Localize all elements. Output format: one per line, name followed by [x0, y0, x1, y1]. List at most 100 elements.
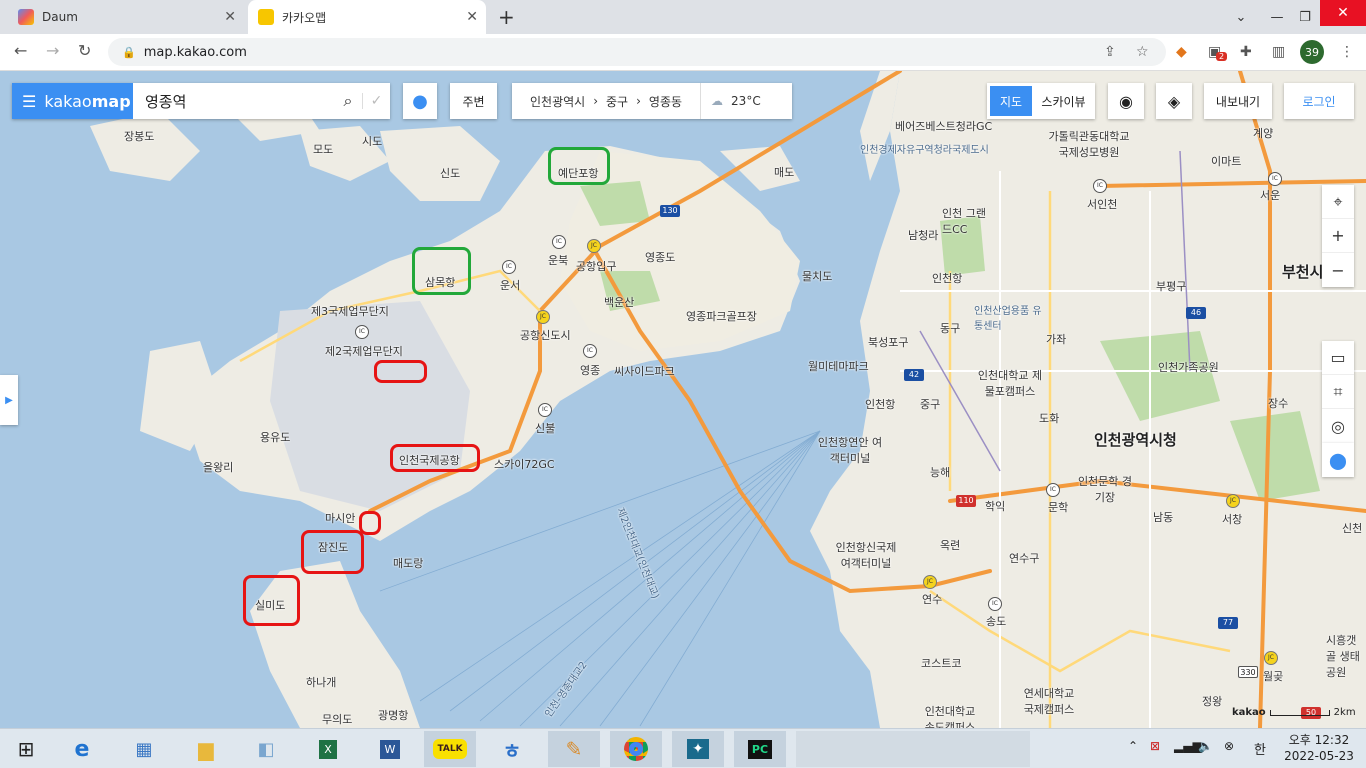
close-circle-icon[interactable]: ⊗: [1224, 739, 1234, 753]
label-yeonsu[interactable]: 연수: [922, 591, 942, 607]
label-hakik[interactable]: 학익: [985, 498, 1005, 514]
label-seochang[interactable]: 서창: [1222, 511, 1242, 527]
label-jeongwang[interactable]: 정왕: [1202, 693, 1222, 709]
menu-icon[interactable]: ☰: [22, 92, 36, 111]
label-inu-songdo[interactable]: 인천대학교 송도캠퍼스: [920, 703, 980, 728]
map-canvas[interactable]: 장봉도 모도 시도 신도 예단포항 매도 삼목항 운북 공항입구 영종도 운서 …: [0, 71, 1366, 728]
control-panel-icon[interactable]: ▦: [118, 731, 170, 767]
label-emart[interactable]: 이마트: [1211, 153, 1241, 169]
check-icon[interactable]: ✓: [362, 93, 390, 109]
label-mulchido[interactable]: 물치도: [802, 268, 832, 284]
metamask-icon[interactable]: ◆: [1176, 44, 1187, 60]
label-sindo[interactable]: 신도: [440, 165, 460, 181]
label-grand-cc[interactable]: 인천 그랜드CC: [942, 205, 992, 237]
ic-marker[interactable]: IC: [502, 260, 516, 274]
taskbar-clock[interactable]: 오후 12:32 2022-05-23: [1284, 732, 1354, 764]
export-button[interactable]: 내보내기: [1204, 83, 1272, 119]
label-eulwangri[interactable]: 을왕리: [203, 459, 233, 475]
window-close-icon[interactable]: ✕: [1320, 0, 1366, 26]
label-jangbongdo[interactable]: 장봉도: [124, 128, 154, 144]
label-inha-univ[interactable]: 인천대학교 제물포캠퍼스: [975, 367, 1045, 399]
jc-marker[interactable]: JC: [587, 239, 601, 253]
ic-marker[interactable]: IC: [552, 235, 566, 249]
back-icon[interactable]: ←: [14, 41, 27, 60]
pycharm-icon[interactable]: PC: [734, 731, 786, 767]
address-bar[interactable]: 🔒 map.kakao.com: [108, 38, 1166, 66]
radius-icon[interactable]: ◎: [1322, 409, 1354, 443]
label-yeongjong[interactable]: 영종: [580, 362, 600, 378]
ic-marker[interactable]: IC: [1093, 179, 1107, 193]
label-junggu[interactable]: 중구: [920, 396, 940, 412]
chrome-icon[interactable]: [610, 731, 662, 767]
ic-marker[interactable]: IC: [538, 403, 552, 417]
label-incheon-station[interactable]: 인천항: [865, 396, 895, 412]
label-north-port[interactable]: 북성포구: [868, 334, 908, 350]
label-bupyeong-gu[interactable]: 부평구: [1156, 278, 1186, 294]
ic-marker[interactable]: IC: [988, 597, 1002, 611]
layers-icon[interactable]: ◈: [1156, 83, 1192, 119]
ic-marker[interactable]: IC: [1046, 483, 1060, 497]
excel-icon[interactable]: X: [302, 731, 354, 767]
label-gwangmyeong[interactable]: 광명항: [378, 707, 408, 723]
login-button[interactable]: 로그인: [1284, 83, 1354, 119]
label-incheon-port-n[interactable]: 인천항: [932, 270, 962, 286]
label-munhak-stadium[interactable]: 인천문학 경기장: [1075, 473, 1135, 505]
label-maedo[interactable]: 매도: [774, 164, 794, 180]
label-wolmi[interactable]: 월미테마파크: [808, 358, 869, 374]
label-airport-newtown[interactable]: 공항신도시: [520, 327, 571, 343]
jc-marker[interactable]: JC: [536, 310, 550, 324]
ic-marker[interactable]: IC: [583, 344, 597, 358]
location-pin-icon[interactable]: ●: [403, 83, 437, 119]
add-pin-icon[interactable]: ⬤: [1322, 443, 1354, 477]
forward-icon[interactable]: →: [46, 41, 59, 60]
label-yongyudo[interactable]: 용유도: [260, 429, 290, 445]
label-catholic-hospital[interactable]: 가톨릭관동대학교 국제성모병원: [1044, 128, 1134, 160]
label-dohwa[interactable]: 도화: [1039, 410, 1059, 426]
puzzle-icon[interactable]: ✚: [1240, 44, 1252, 60]
tray-chevron-icon[interactable]: ⌃: [1128, 739, 1138, 753]
label-sido[interactable]: 시도: [362, 133, 382, 149]
tab-kakaomap[interactable]: 카카오맵 ✕: [248, 0, 486, 34]
breadcrumb-district[interactable]: 중구: [606, 93, 628, 110]
label-neunghae[interactable]: 능해: [930, 464, 950, 480]
ruler-icon[interactable]: ▭: [1322, 341, 1354, 375]
label-yeongjongdo[interactable]: 영종도: [645, 249, 675, 265]
restore-icon[interactable]: ❐: [1290, 0, 1320, 34]
label-maedorang[interactable]: 매도랑: [393, 555, 423, 571]
label-jangsu[interactable]: 장수: [1268, 395, 1288, 411]
area-icon[interactable]: ⌗: [1322, 375, 1354, 409]
more-menu-icon[interactable]: ⋮: [1340, 44, 1354, 60]
search-input[interactable]: 영종역: [133, 91, 334, 112]
jc-marker[interactable]: JC: [923, 575, 937, 589]
label-ind3[interactable]: 제3국제업무단지: [311, 303, 389, 319]
share-icon[interactable]: ⇪: [1104, 44, 1116, 60]
bookmark-star-icon[interactable]: ☆: [1136, 44, 1149, 60]
tab-list-icon[interactable]: ⌄: [1226, 0, 1256, 34]
sidebar-toggle-icon[interactable]: ▶: [0, 375, 18, 425]
reload-icon[interactable]: ↻: [78, 41, 91, 60]
windows-start-icon[interactable]: ⊞: [0, 731, 52, 767]
label-unseo[interactable]: 운서: [500, 277, 520, 293]
label-sinchon[interactable]: 신천: [1342, 520, 1362, 536]
label-ind2[interactable]: 제2국제업무단지: [325, 343, 403, 359]
search-icon[interactable]: ⌕: [334, 91, 362, 111]
label-golf-park[interactable]: 영종파크골프장: [686, 308, 757, 324]
label-yeonsu-gu[interactable]: 연수구: [1009, 550, 1039, 566]
paint-icon[interactable]: ✎: [548, 731, 600, 767]
nearby-button[interactable]: 주변: [450, 83, 497, 119]
label-unbuk[interactable]: 운북: [548, 252, 568, 268]
photos-icon[interactable]: ✦: [672, 731, 724, 767]
label-airport-entrance[interactable]: 공항입구: [576, 258, 616, 274]
profile-avatar[interactable]: 39: [1300, 40, 1324, 64]
close-tab-icon[interactable]: ✕: [466, 9, 478, 25]
breadcrumb-dong[interactable]: 영종동: [649, 93, 682, 110]
current-location-icon[interactable]: ⌖: [1322, 185, 1354, 219]
label-modo[interactable]: 모도: [313, 141, 333, 157]
label-costco[interactable]: 코스트코: [921, 655, 961, 671]
kakaotalk-icon[interactable]: TALK: [424, 731, 476, 767]
new-tab-icon[interactable]: +: [498, 5, 515, 29]
label-terminal-inland[interactable]: 인천항연안 여객터미널: [815, 434, 885, 466]
label-donggu[interactable]: 동구: [940, 320, 960, 336]
label-yonsei[interactable]: 연세대학교 국제캠퍼스: [1019, 685, 1079, 717]
label-city-hall[interactable]: 인천광역시청: [1094, 429, 1177, 450]
